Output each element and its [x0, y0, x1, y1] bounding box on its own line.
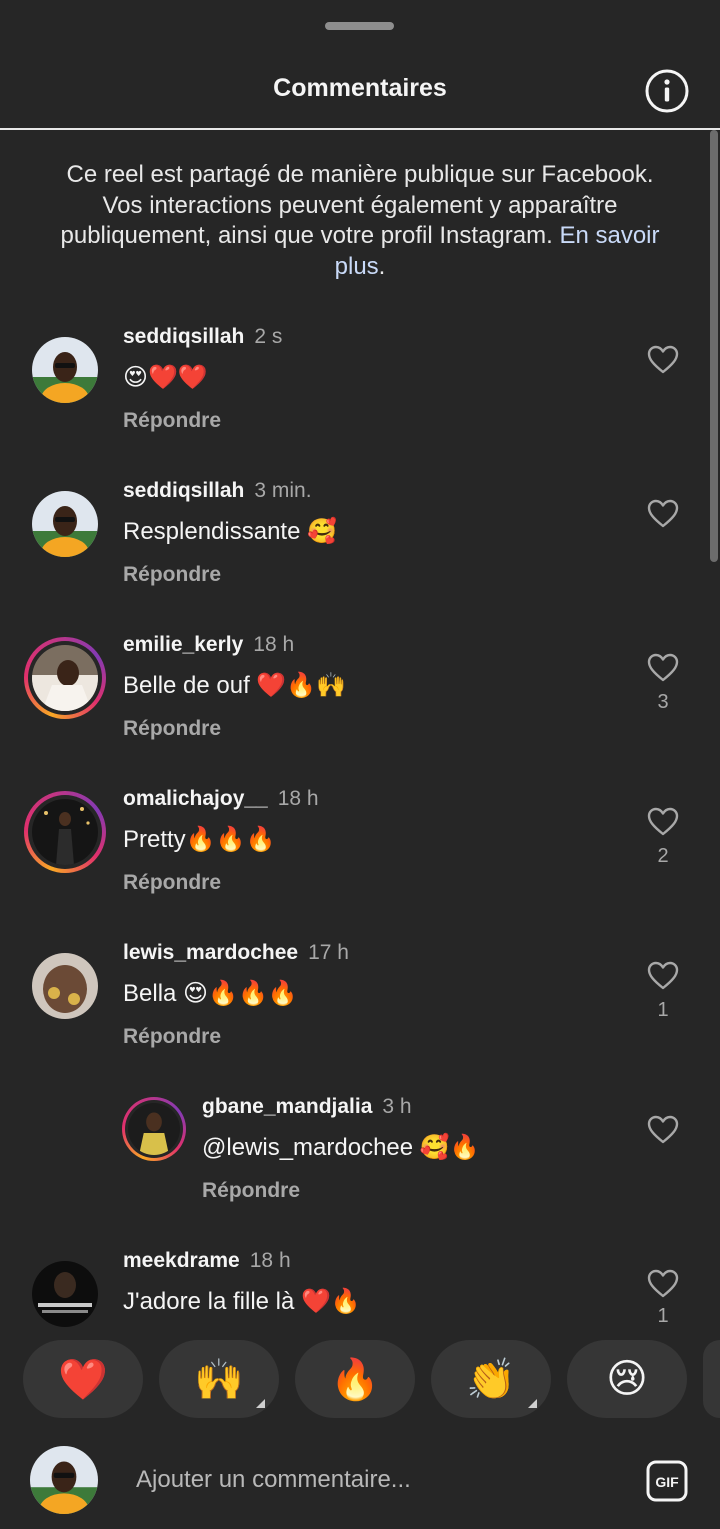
gif-icon[interactable]: GIF [646, 1460, 688, 1502]
reply-button[interactable]: Répondre [123, 409, 221, 433]
reaction-clap-button[interactable]: 👏 [431, 1340, 551, 1418]
avatar[interactable] [24, 483, 106, 565]
scrollbar[interactable] [710, 130, 718, 562]
heart-icon[interactable] [647, 1269, 679, 1299]
heart-icon[interactable] [647, 807, 679, 837]
comment-header: seddiqsillah 2 s [123, 325, 282, 355]
like-count: 2 [657, 845, 669, 867]
reply-button[interactable]: Répondre [202, 1179, 300, 1203]
avatar[interactable] [24, 945, 106, 1027]
comment-item: lewis_mardochee 17 h Bella 😍🔥🔥🔥 Répondre … [0, 941, 720, 1091]
public-share-notice: Ce reel est partagé de manière publique … [60, 160, 660, 282]
reaction-raised-hands-button[interactable]: 🙌 [159, 1340, 279, 1418]
comment-username[interactable]: meekdrame [123, 1249, 240, 1272]
reaction-crying-button[interactable]: 😢 [567, 1340, 687, 1418]
gif-label: GIF [655, 1474, 679, 1490]
comment-username[interactable]: seddiqsillah [123, 325, 244, 348]
comment-header: emilie_kerly 18 h [123, 633, 294, 663]
comment-username[interactable]: gbane_mandjalia [202, 1095, 372, 1118]
crying-face-emoji-icon: 😢 [606, 1357, 648, 1401]
reply-button[interactable]: Répondre [123, 1025, 221, 1049]
comment-header: omalichajoy__ 18 h [123, 787, 319, 817]
comment-time: 2 s [254, 325, 283, 348]
comment-text: Resplendissante 🥰 [123, 518, 337, 545]
avatar[interactable] [24, 791, 106, 873]
quick-reactions-bar: ❤️ 🙌 🔥 👏 😢 [0, 1330, 720, 1430]
comment-input[interactable] [136, 1466, 616, 1494]
raised-hands-emoji-icon: 🙌 [194, 1357, 244, 1402]
comment-username[interactable]: lewis_mardochee [123, 941, 298, 964]
reaction-more-button[interactable] [703, 1340, 720, 1418]
reaction-heart-button[interactable]: ❤️ [23, 1340, 143, 1418]
comment-text: @lewis_mardochee 🥰🔥 [202, 1134, 480, 1161]
comment-time: 18 h [277, 787, 319, 810]
avatar[interactable] [24, 1253, 106, 1330]
comment-time: 3 min. [254, 479, 312, 502]
current-user-avatar [30, 1446, 98, 1514]
comment-text: J'adore la fille là ❤️🔥 [123, 1288, 361, 1315]
comment-time: 18 h [249, 1249, 291, 1272]
comment-username[interactable]: emilie_kerly [123, 633, 243, 656]
comment-text: Pretty🔥🔥🔥 [123, 826, 276, 853]
heart-icon[interactable] [647, 961, 679, 991]
comment-username[interactable]: seddiqsillah [123, 479, 244, 502]
avatar[interactable] [24, 637, 106, 719]
comment-time: 3 h [382, 1095, 412, 1118]
comment-item: meekdrame 18 h J'adore la fille là ❤️🔥 1 [0, 1249, 720, 1330]
clap-emoji-icon: 👏 [466, 1357, 516, 1402]
comment-header: lewis_mardochee 17 h [123, 941, 349, 971]
reply-button[interactable]: Répondre [123, 717, 221, 741]
skin-tone-indicator [528, 1399, 537, 1408]
comment-item: emilie_kerly 18 h Belle de ouf ❤️🔥🙌 Répon… [0, 633, 720, 783]
heart-emoji-icon: ❤️ [58, 1357, 108, 1402]
fire-emoji-icon: 🔥 [330, 1357, 380, 1402]
comment-text: Belle de ouf ❤️🔥🙌 [123, 672, 347, 699]
comment-time: 17 h [308, 941, 349, 964]
comment-header: gbane_mandjalia 3 h [202, 1095, 412, 1125]
comment-item: seddiqsillah 3 min. Resplendissante 🥰 Rép… [0, 479, 720, 629]
heart-icon[interactable] [647, 345, 679, 375]
reaction-fire-button[interactable]: 🔥 [295, 1340, 415, 1418]
reply-item: gbane_mandjalia 3 h @lewis_mardochee 🥰🔥 R… [0, 1095, 720, 1245]
heart-icon[interactable] [647, 1115, 679, 1145]
comment-time: 18 h [253, 633, 295, 656]
comments-sheet: Commentaires Ce reel est partagé de mani… [0, 0, 720, 1529]
comment-text: 😍❤️❤️ [123, 364, 208, 391]
notice-suffix: . [378, 252, 386, 280]
comment-header: meekdrame 18 h [123, 1249, 291, 1279]
like-count: 1 [657, 999, 669, 1021]
comment-text: Bella 😍🔥🔥🔥 [123, 980, 298, 1007]
avatar[interactable] [24, 329, 106, 411]
heart-icon[interactable] [647, 653, 679, 683]
comments-list[interactable]: Ce reel est partagé de manière publique … [0, 0, 720, 1330]
reply-button[interactable]: Répondre [123, 871, 221, 895]
heart-icon[interactable] [647, 499, 679, 529]
comment-composer: GIF [0, 1430, 720, 1529]
reply-button[interactable]: Répondre [123, 563, 221, 587]
like-count: 3 [657, 691, 669, 713]
like-count: 1 [657, 1305, 669, 1327]
comment-item: seddiqsillah 2 s 😍❤️❤️ Répondre [0, 325, 720, 475]
comment-header: seddiqsillah 3 min. [123, 479, 312, 509]
skin-tone-indicator [256, 1399, 265, 1408]
avatar[interactable] [122, 1097, 186, 1161]
comment-username[interactable]: omalichajoy__ [123, 787, 268, 810]
comment-item: omalichajoy__ 18 h Pretty🔥🔥🔥 Répondre 2 [0, 787, 720, 937]
